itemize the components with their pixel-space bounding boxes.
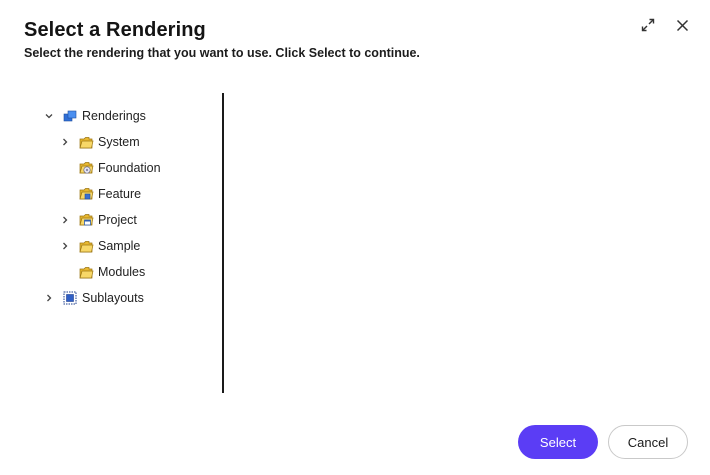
dialog-footer: Select Cancel (518, 425, 688, 459)
tree-node-label: Foundation (98, 161, 161, 175)
folder-icon (78, 264, 94, 280)
chevron-right-icon[interactable] (58, 135, 72, 149)
chevron-down-icon[interactable] (42, 109, 56, 123)
tree-node-renderings[interactable]: Renderings (40, 103, 220, 129)
tree-node-sublayouts[interactable]: Sublayouts (40, 285, 220, 311)
tree-node-foundation[interactable]: Foundation (40, 155, 220, 181)
tree-node-label: System (98, 135, 140, 149)
tree-node-label: Renderings (82, 109, 146, 123)
tree-node-system[interactable]: System (40, 129, 220, 155)
tree-node-sample[interactable]: Sample (40, 233, 220, 259)
chevron-right-icon[interactable] (58, 239, 72, 253)
project-folder-icon (78, 212, 94, 228)
feature-folder-icon (78, 186, 94, 202)
tree-node-modules[interactable]: Modules (40, 259, 220, 285)
renderings-icon (62, 108, 78, 124)
tree-node-label: Modules (98, 265, 146, 279)
select-rendering-dialog: Select a Rendering Select the rendering … (0, 0, 710, 475)
panel-divider[interactable] (222, 93, 224, 393)
foundation-folder-icon (78, 160, 94, 176)
dialog-subtitle: Select the rendering that you want to us… (24, 46, 420, 60)
header-actions (640, 17, 690, 33)
close-icon[interactable] (674, 17, 690, 33)
cancel-button[interactable]: Cancel (608, 425, 688, 459)
tree-node-feature[interactable]: Feature (40, 181, 220, 207)
expand-icon[interactable] (640, 17, 656, 33)
tree-node-label: Sublayouts (82, 291, 144, 305)
chevron-right-icon[interactable] (58, 213, 72, 227)
folder-icon (78, 134, 94, 150)
sublayouts-icon (62, 290, 78, 306)
dialog-title: Select a Rendering (24, 19, 206, 41)
tree-node-project[interactable]: Project (40, 207, 220, 233)
tree-node-label: Project (98, 213, 137, 227)
tree-node-label: Feature (98, 187, 142, 201)
tree-node-label: Sample (98, 239, 141, 253)
rendering-tree: Renderings System Foundation Feature Pro… (40, 103, 220, 311)
folder-icon (78, 238, 94, 254)
chevron-right-icon[interactable] (42, 291, 56, 305)
select-button[interactable]: Select (518, 425, 598, 459)
